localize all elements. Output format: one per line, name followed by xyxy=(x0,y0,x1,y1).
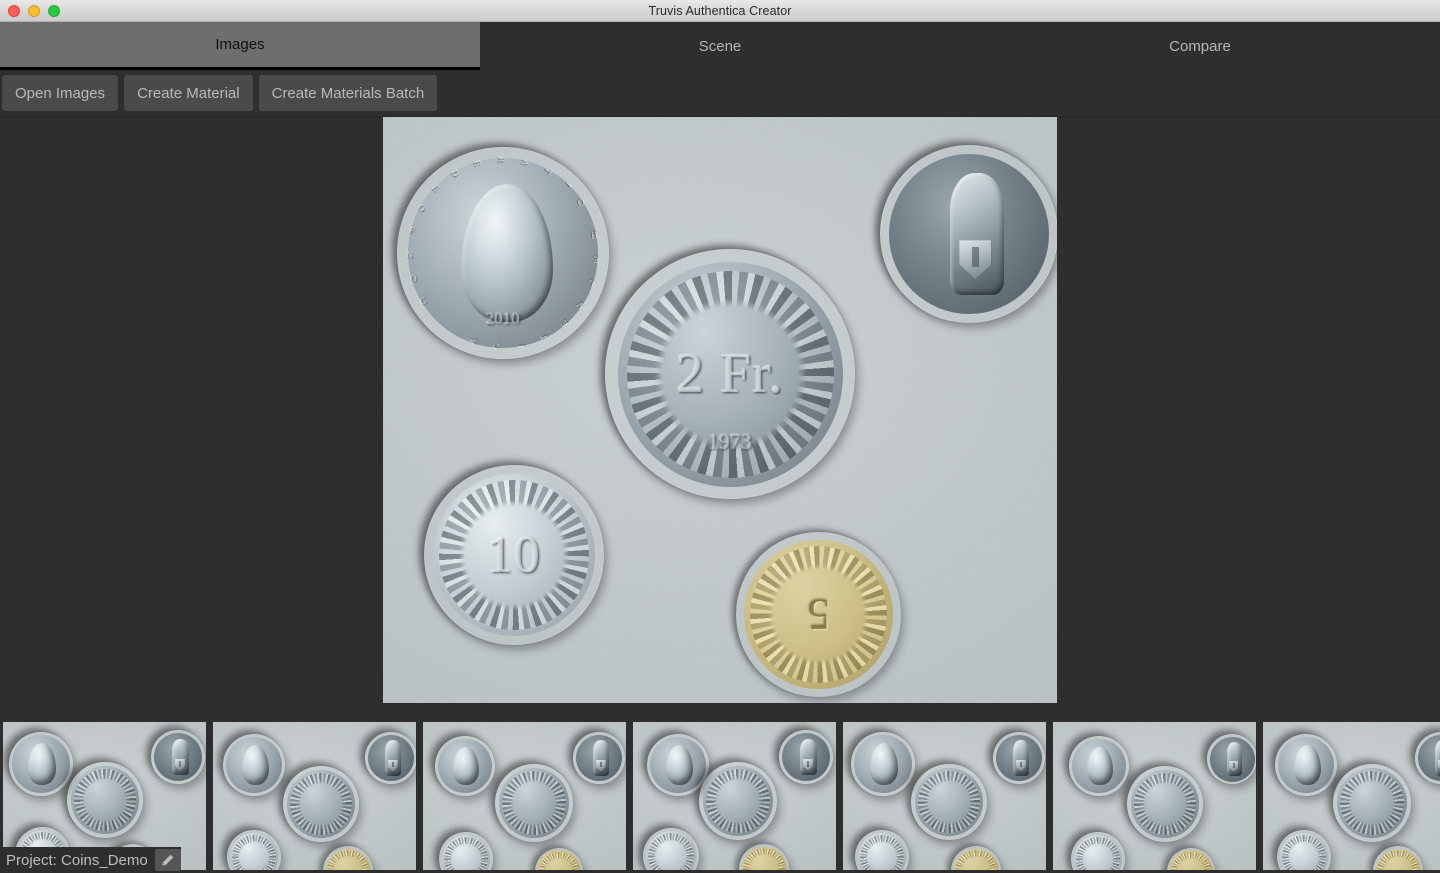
coin-20rp-obverse: C O N F O E D E R A T I O H E L V E T I … xyxy=(397,147,609,359)
coin-denomination-5rp: 5 xyxy=(807,590,830,639)
thumb-coin-20rp xyxy=(223,734,285,796)
project-name-label: Project: Coins_Demo xyxy=(6,851,148,869)
thumb-coin-half-fr xyxy=(151,730,205,784)
thumbnail-item-6[interactable] xyxy=(1053,722,1256,870)
main-tabbar: Images Scene Compare xyxy=(0,22,1440,70)
thumbnail-item-7[interactable] xyxy=(1263,722,1440,870)
edit-project-name-button[interactable] xyxy=(154,849,181,871)
thumbnail-item-2[interactable] xyxy=(213,722,416,870)
thumb-coin-20rp xyxy=(1275,734,1337,796)
window-titlebar: Truvis Authentica Creator xyxy=(0,0,1440,22)
image-viewer-area[interactable]: C O N F O E D E R A T I O H E L V E T I … xyxy=(0,117,1440,719)
thumbnail-strip[interactable] xyxy=(0,719,1440,873)
thumb-coin-half-fr xyxy=(573,732,625,784)
tab-scene-label: Scene xyxy=(698,37,742,55)
thumb-coin-2fr xyxy=(699,762,777,840)
coin-denomination-10rp: 10 xyxy=(487,526,541,584)
thumb-coin-20rp xyxy=(1069,736,1129,796)
coin-denomination-2fr: 2 Fr. xyxy=(676,343,784,405)
thumb-coin-2fr xyxy=(67,762,143,838)
thumb-coin-20rp xyxy=(647,734,709,796)
thumb-coin-20rp xyxy=(9,732,73,796)
pencil-icon xyxy=(160,852,176,868)
thumb-coin-20rp xyxy=(435,736,495,796)
thumbnail-item-5[interactable] xyxy=(843,722,1046,870)
thumb-coin-2fr xyxy=(283,766,359,842)
main-image-preview[interactable]: C O N F O E D E R A T I O H E L V E T I … xyxy=(383,117,1057,703)
thumbnail-item-3[interactable] xyxy=(423,722,626,870)
open-images-button[interactable]: Open Images xyxy=(2,75,119,111)
thumb-coin-half-fr xyxy=(365,732,416,784)
thumb-coin-2fr xyxy=(1127,766,1203,842)
create-materials-batch-button[interactable]: Create Materials Batch xyxy=(258,75,438,111)
close-window-button[interactable] xyxy=(8,4,20,17)
maximize-window-button[interactable] xyxy=(48,4,60,17)
coin-year-20rp: 2010 xyxy=(486,309,520,329)
application-window: Truvis Authentica Creator Images Scene C… xyxy=(0,0,1440,873)
coin-10rp: 10 xyxy=(424,465,604,645)
window-title: Truvis Authentica Creator xyxy=(648,3,792,18)
tab-scene[interactable]: Scene xyxy=(480,22,960,70)
thumbnail-item-4[interactable] xyxy=(633,722,836,870)
thumb-coin-2fr xyxy=(1333,764,1411,842)
thumb-coin-2fr xyxy=(911,764,987,840)
create-material-button[interactable]: Create Material xyxy=(124,75,253,111)
coin-half-fr xyxy=(880,145,1057,323)
coin-year-2fr: 1973 xyxy=(708,429,752,454)
thumb-coin-half-fr xyxy=(1207,734,1256,784)
images-toolbar: Open Images Create Material Create Mater… xyxy=(0,70,1440,117)
window-controls xyxy=(8,0,60,21)
status-bar: Project: Coins_Demo xyxy=(0,847,181,873)
thumb-coin-half-fr xyxy=(993,732,1045,784)
tab-images[interactable]: Images xyxy=(0,22,480,70)
tab-images-label: Images xyxy=(215,36,265,53)
thumb-coin-half-fr xyxy=(779,730,833,784)
thumb-coin-2fr xyxy=(495,764,573,842)
coin-2fr: 2 Fr. 1973 xyxy=(605,249,855,499)
thumb-coin-20rp xyxy=(851,732,915,796)
tab-compare-label: Compare xyxy=(1169,37,1231,55)
tab-compare[interactable]: Compare xyxy=(960,22,1440,70)
coin-5rp: 5 xyxy=(736,532,901,697)
minimize-window-button[interactable] xyxy=(28,4,40,17)
